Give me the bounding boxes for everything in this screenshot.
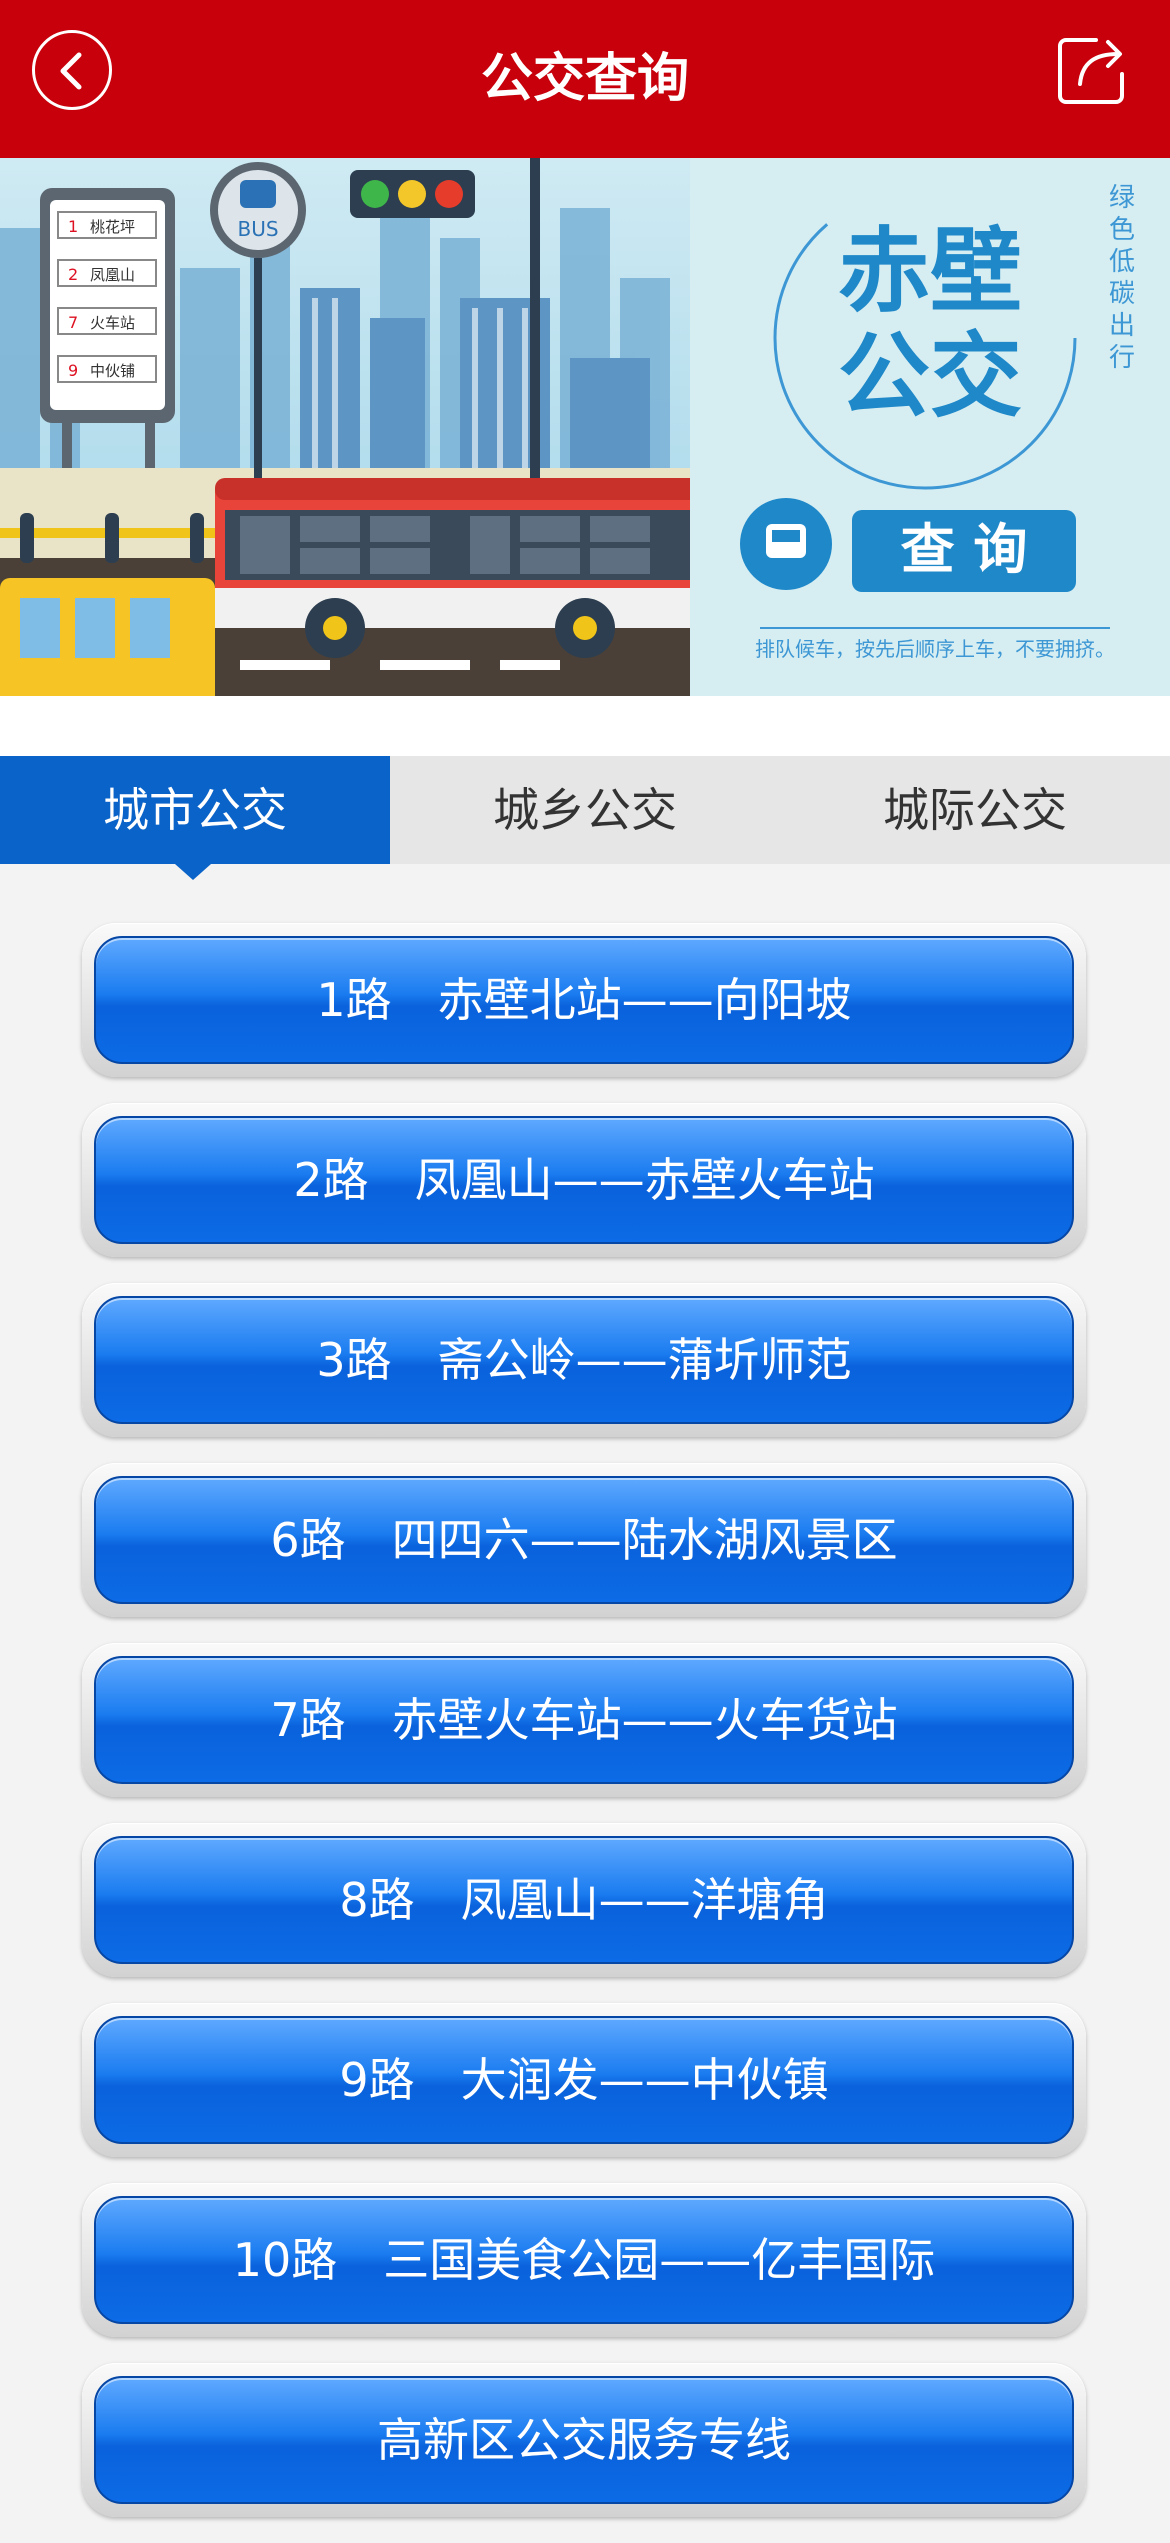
route-item: 7路 赤壁火车站——火车货站 (82, 1643, 1086, 1797)
tab-city-bus[interactable]: 城市公交 (0, 756, 390, 864)
route-item: 1路 赤壁北站——向阳坡 (82, 923, 1086, 1077)
svg-text:出: 出 (1109, 311, 1135, 341)
svg-text:1: 1 (68, 217, 78, 236)
route-item: 10路 三国美食公园——亿丰国际 (82, 2183, 1086, 2337)
route-button-10[interactable]: 10路 三国美食公园——亿丰国际 (94, 2196, 1074, 2324)
spacer (0, 696, 1170, 756)
tab-intercity-bus[interactable]: 城际公交 (780, 756, 1170, 864)
top-bar: 公交查询 (0, 0, 1170, 158)
active-tab-indicator (175, 864, 211, 880)
route-button-hitech-zone[interactable]: 高新区公交服务专线 (94, 2376, 1074, 2504)
svg-text:BUS: BUS (237, 217, 278, 241)
route-button-1[interactable]: 1路 赤壁北站——向阳坡 (94, 936, 1074, 1064)
svg-text:低: 低 (1109, 247, 1135, 277)
svg-text:9: 9 (68, 361, 78, 380)
route-item: 高新区公交服务专线 (82, 2363, 1086, 2517)
svg-text:色: 色 (1109, 215, 1135, 245)
route-button-9[interactable]: 9路 大润发——中伙镇 (94, 2016, 1074, 2144)
route-button-3[interactable]: 3路 斋公岭——蒲圻师范 (94, 1296, 1074, 1424)
share-icon[interactable] (1056, 34, 1128, 106)
svg-text:绿: 绿 (1109, 183, 1135, 213)
svg-text:中伙铺: 中伙铺 (90, 362, 135, 380)
category-tabs: 城市公交 城乡公交 城际公交 (0, 756, 1170, 864)
route-button-6[interactable]: 6路 四四六——陆水湖风景区 (94, 1476, 1074, 1604)
banner-illustration: 1 桃花坪 2 凤凰山 7 火车站 9 中伙铺 BUS 赤壁 公交 绿 色 低 … (0, 158, 1170, 696)
svg-text:桃花坪: 桃花坪 (90, 218, 135, 236)
route-button-2[interactable]: 2路 凤凰山——赤壁火车站 (94, 1116, 1074, 1244)
svg-text:公交: 公交 (838, 323, 1022, 430)
svg-text:火车站: 火车站 (90, 314, 135, 332)
svg-text:行: 行 (1109, 343, 1135, 373)
svg-text:7: 7 (68, 313, 78, 332)
svg-text:碳: 碳 (1109, 279, 1135, 309)
route-button-7[interactable]: 7路 赤壁火车站——火车货站 (94, 1656, 1074, 1784)
svg-text:排队候车，按先后顺序上车，不要拥挤。: 排队候车，按先后顺序上车，不要拥挤。 (755, 637, 1115, 661)
route-item: 6路 四四六——陆水湖风景区 (82, 1463, 1086, 1617)
route-item: 8路 凤凰山——洋塘角 (82, 1823, 1086, 1977)
svg-text:查 询: 查 询 (901, 518, 1028, 581)
svg-text:2: 2 (68, 265, 78, 284)
route-item: 9路 大润发——中伙镇 (82, 2003, 1086, 2157)
route-item: 2路 凤凰山——赤壁火车站 (82, 1103, 1086, 1257)
tab-rural-bus[interactable]: 城乡公交 (390, 756, 780, 864)
svg-text:赤壁: 赤壁 (838, 218, 1022, 325)
route-button-8[interactable]: 8路 凤凰山——洋塘角 (94, 1836, 1074, 1964)
page-title: 公交查询 (480, 49, 689, 109)
svg-text:凤凰山: 凤凰山 (90, 266, 135, 284)
route-item: 3路 斋公岭——蒲圻师范 (82, 1283, 1086, 1437)
